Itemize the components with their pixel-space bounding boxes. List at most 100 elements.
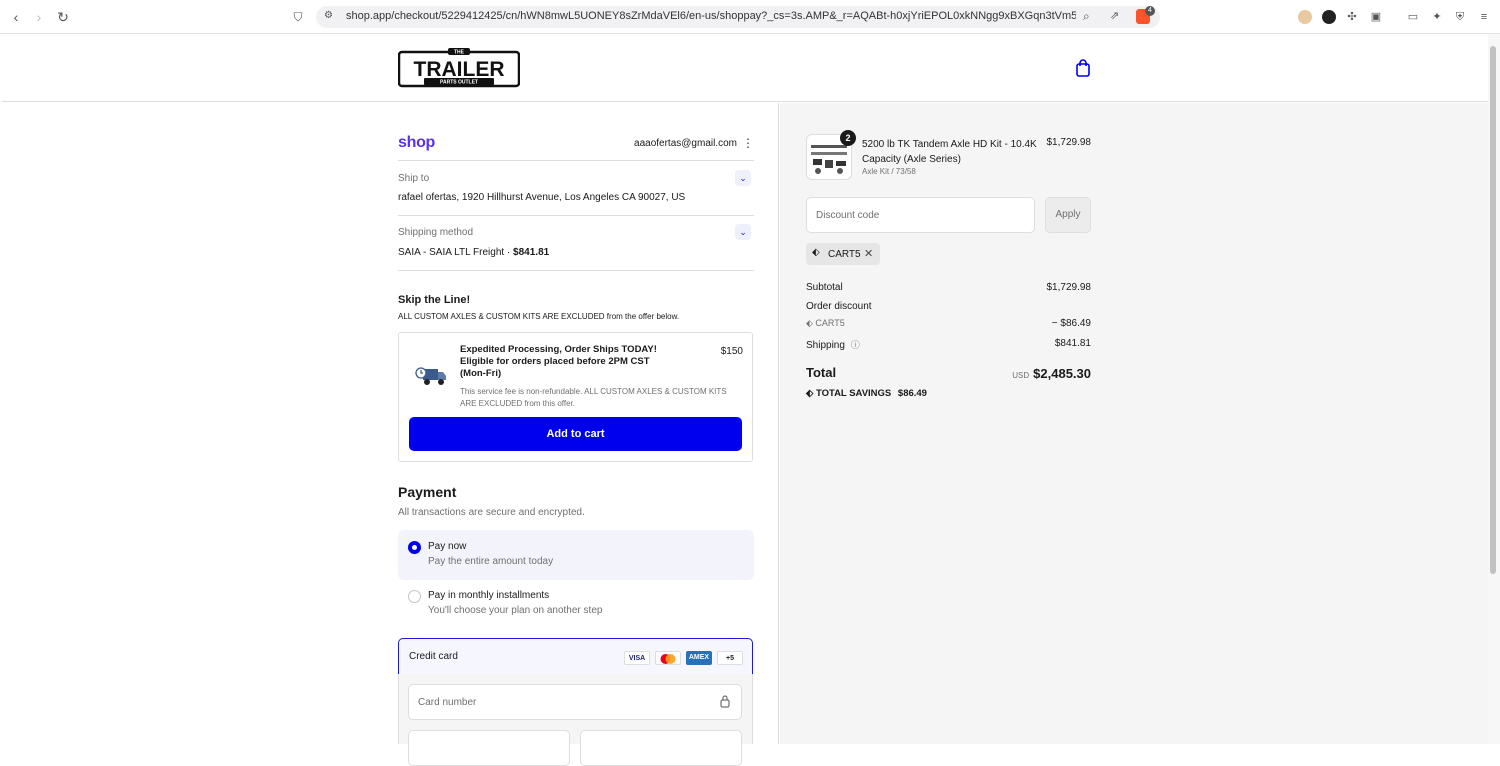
offer-title-line: Eligible for orders placed before 2PM CS… xyxy=(460,356,650,367)
order-summary: 2 5200 lb TK Tandem Axle HD Kit - 10.4K … xyxy=(780,103,1488,744)
apply-button[interactable]: Apply xyxy=(1045,197,1091,233)
savings-tag-icon: ⬖ xyxy=(806,388,816,399)
menu-icon[interactable]: ≡ xyxy=(1477,10,1491,24)
card-number-field[interactable]: Card number xyxy=(408,684,742,720)
applied-code-text: CART5 xyxy=(828,249,861,260)
offer-title: Expedited Processing, Order Ships TODAY!… xyxy=(460,344,657,380)
more-cards-badge: +5 xyxy=(717,651,743,665)
logo-small-text: THE xyxy=(454,50,465,56)
offer-note-line: ARE EXCLUDED from this offer. xyxy=(460,399,575,408)
mastercard-icon xyxy=(655,651,681,665)
more-options-icon[interactable]: ⋮ xyxy=(742,136,754,150)
shipping-label: Shipping xyxy=(806,340,845,351)
order-discount-label: Order discount xyxy=(806,301,872,312)
store-header: THE TRAILER PARTS OUTLET xyxy=(2,34,1488,102)
ship-to-address: rafael ofertas, 1920 Hillhurst Avenue, L… xyxy=(398,192,686,203)
security-code-field[interactable] xyxy=(580,730,742,766)
scrollbar-thumb[interactable] xyxy=(1490,46,1496,574)
chevron-down-icon[interactable]: ⌄ xyxy=(735,170,751,186)
checkout-main: shop aaaofertas@gmail.com ⋮ Ship to ⌄ ra… xyxy=(2,103,779,766)
add-to-cart-button[interactable]: Add to cart xyxy=(409,417,742,451)
applied-discount-tag: ⬖ CART5 ✕ xyxy=(806,243,880,265)
offer-price: $150 xyxy=(720,346,743,357)
currency-code: USD xyxy=(1012,371,1030,380)
tag-icon: ⬖ xyxy=(812,247,820,258)
share-icon[interactable]: ⇗ xyxy=(1110,9,1119,22)
pay-installments-option[interactable]: Pay in monthly installments You'll choos… xyxy=(398,579,754,629)
lock-icon xyxy=(719,694,731,711)
shipping-method-price: $841.81 xyxy=(513,247,550,258)
subtotal-label: Subtotal xyxy=(806,282,843,293)
reload-icon[interactable]: ↻ xyxy=(55,9,71,25)
discount-code-placeholder: Discount code xyxy=(816,210,880,221)
offer-section-title: Skip the Line! xyxy=(398,294,471,306)
logo-sub-text: PARTS OUTLET xyxy=(440,80,478,86)
leo-ai-icon[interactable]: ✦ xyxy=(1430,10,1444,24)
wallet-icon[interactable]: ▭ xyxy=(1406,10,1420,24)
offer-section-subtitle: ALL CUSTOM AXLES & CUSTOM KITS ARE EXCLU… xyxy=(398,312,680,321)
browser-toolbar: ‹ › ↻ ⛉ ⚙ shop.app/checkout/5229412425/c… xyxy=(0,0,1500,34)
quantity-badge: 2 xyxy=(840,130,856,146)
savings-row: ⬖ TOTAL SAVINGS $86.49 xyxy=(806,388,1091,399)
payment-title: Payment xyxy=(398,484,457,500)
pay-now-option[interactable]: Pay now Pay the entire amount today xyxy=(398,530,754,580)
discount-code-input[interactable]: Discount code xyxy=(806,197,1035,233)
divider xyxy=(398,160,754,161)
pay-now-label: Pay now xyxy=(428,541,467,552)
credit-card-option[interactable]: Credit card VISA AMEX +5 xyxy=(398,638,753,675)
pay-installments-label: Pay in monthly installments xyxy=(428,590,550,601)
discount-code-text: CART5 xyxy=(815,318,845,328)
back-icon[interactable]: ‹ xyxy=(8,9,24,25)
ship-to-label: Ship to xyxy=(398,173,430,184)
offer-title-line: Expedited Processing, Order Ships TODAY! xyxy=(460,344,657,355)
total-row: Total USD $2,485.30 xyxy=(806,365,1091,385)
extension-icon-1[interactable] xyxy=(1298,10,1312,24)
address-bar[interactable]: ⚙ shop.app/checkout/5229412425/cn/hWN8mw… xyxy=(316,6,1160,28)
extension-icon-2[interactable] xyxy=(1322,10,1336,24)
info-icon[interactable]: ⓘ xyxy=(851,340,860,350)
total-label: Total xyxy=(806,365,837,380)
puzzle-icon[interactable]: ✣ xyxy=(1345,10,1359,24)
discount-tag-icon: ⬖ xyxy=(806,318,816,328)
url-text: shop.app/checkout/5229412425/cn/hWN8mwL5… xyxy=(346,10,1076,22)
discount-row: ⬖ CART5 − $86.49 xyxy=(806,318,1091,329)
payment-subtitle: All transactions are secure and encrypte… xyxy=(398,507,585,518)
divider xyxy=(398,215,754,216)
logo-main-text: TRAILER xyxy=(414,58,505,81)
shipping-method-label: Shipping method xyxy=(398,227,474,238)
expiry-field[interactable] xyxy=(408,730,570,766)
chevron-down-icon[interactable]: ⌄ xyxy=(735,224,751,240)
shipping-value: $841.81 xyxy=(1054,338,1091,349)
product-variant: Axle Kit / 73/58 xyxy=(862,167,916,176)
credit-card-label: Credit card xyxy=(409,651,458,662)
sidebar-icon[interactable]: ▣ xyxy=(1369,10,1383,24)
remove-discount-icon[interactable]: ✕ xyxy=(864,247,873,260)
zoom-icon[interactable]: ⌕ xyxy=(1083,9,1090,24)
offer-note: This service fee is non-refundable. ALL … xyxy=(460,386,727,410)
subtotal-row: Subtotal $1,729.98 xyxy=(806,282,1091,293)
product-price: $1,729.98 xyxy=(1046,137,1092,148)
shield-badge: 4 xyxy=(1145,6,1155,16)
pay-now-radio[interactable] xyxy=(408,541,421,554)
savings-label: TOTAL SAVINGS xyxy=(815,388,892,399)
vpn-icon[interactable]: ⛨ xyxy=(1453,10,1467,24)
total-value: $2,485.30 xyxy=(1033,366,1091,381)
truck-icon xyxy=(415,365,447,387)
shipping-method-value: SAIA - SAIA LTL Freight · $841.81 xyxy=(398,247,549,258)
card-number-placeholder: Card number xyxy=(418,697,477,708)
bookmark-icon[interactable]: ⛉ xyxy=(290,9,306,25)
visa-icon: VISA xyxy=(624,651,650,665)
product-name-line: 5200 lb TK Tandem Axle HD Kit - 10.4K xyxy=(862,139,1037,150)
offer-note-line: This service fee is non-refundable. ALL … xyxy=(460,387,727,396)
upsell-offer-card: Expedited Processing, Order Ships TODAY!… xyxy=(398,332,753,462)
site-info-icon[interactable]: ⚙ xyxy=(324,10,333,21)
subtotal-value: $1,729.98 xyxy=(1046,282,1092,293)
pay-installments-radio[interactable] xyxy=(408,590,421,603)
discount-amount: − $86.49 xyxy=(1051,318,1091,329)
store-logo[interactable]: THE TRAILER PARTS OUTLET xyxy=(397,48,521,88)
shopping-bag-icon[interactable] xyxy=(1075,59,1091,77)
forward-icon[interactable]: › xyxy=(31,9,47,25)
shipping-row: Shipping ⓘ $841.81 xyxy=(806,338,1091,351)
page-scrollbar[interactable] xyxy=(1488,34,1500,744)
savings-value: $86.49 xyxy=(897,388,927,399)
